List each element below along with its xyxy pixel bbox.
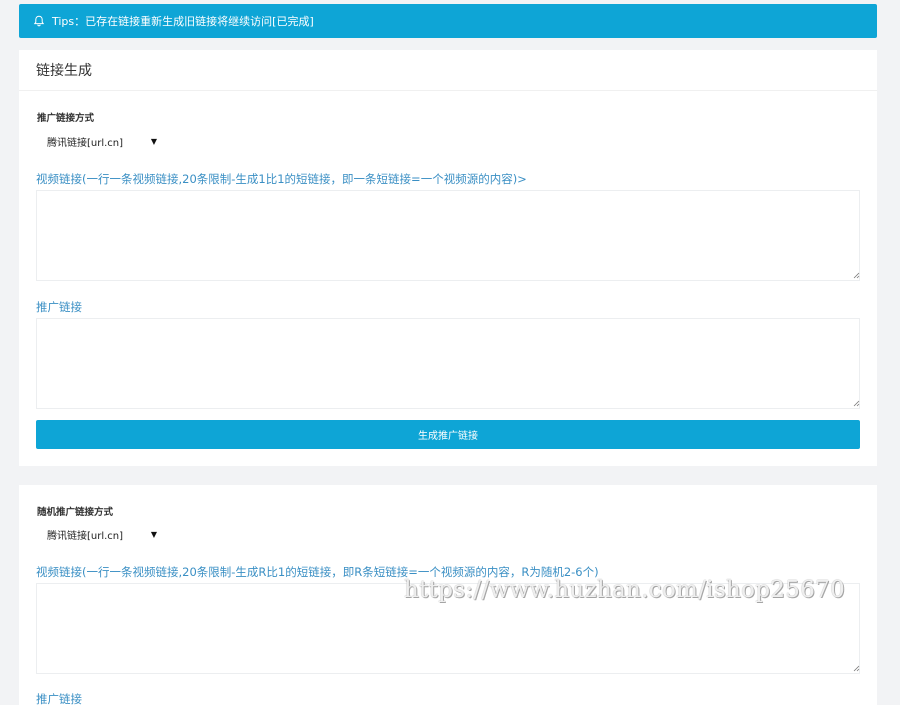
random-method-label: 随机推广链接方式 — [37, 507, 114, 518]
resize-grip-icon[interactable] — [853, 272, 860, 279]
tips-text: Tips：已存在链接重新生成旧链接将继续访问[已完成] — [52, 15, 314, 28]
chevron-down-icon: ▼ — [150, 136, 157, 146]
method-select-value: 腾讯链接[url.cn] — [47, 137, 124, 149]
bell-icon — [33, 15, 45, 27]
promo-links-label: 推广链接 — [36, 300, 82, 314]
method-label: 推广链接方式 — [37, 113, 95, 124]
promo-links-textarea[interactable] — [36, 318, 860, 409]
random-method-select[interactable]: 腾讯链接[url.cn] ▼ — [47, 525, 157, 543]
link-generate-card: 链接生成 推广链接方式 腾讯链接[url.cn] ▼ 视频链接(一行一条视频链接… — [19, 50, 877, 466]
random-promo-links-label: 推广链接 — [36, 692, 82, 705]
generate-promo-link-button[interactable]: 生成推广链接 — [36, 420, 860, 449]
resize-grip-icon[interactable] — [853, 665, 860, 672]
method-select[interactable]: 腾讯链接[url.cn] ▼ — [47, 132, 157, 150]
tips-banner: Tips：已存在链接重新生成旧链接将继续访问[已完成] — [19, 4, 877, 38]
chevron-down-icon: ▼ — [150, 529, 157, 539]
video-links-textarea[interactable] — [36, 190, 860, 281]
resize-grip-icon[interactable] — [853, 400, 860, 407]
watermark-text: https://www.huzhan.com/ishop25670 — [404, 577, 846, 603]
card-title: 链接生成 — [19, 50, 877, 91]
video-links-label: 视频链接(一行一条视频链接,20条限制-生成1比1的短链接，即一条短链接=一个视… — [36, 172, 527, 186]
random-method-select-value: 腾讯链接[url.cn] — [47, 530, 124, 542]
